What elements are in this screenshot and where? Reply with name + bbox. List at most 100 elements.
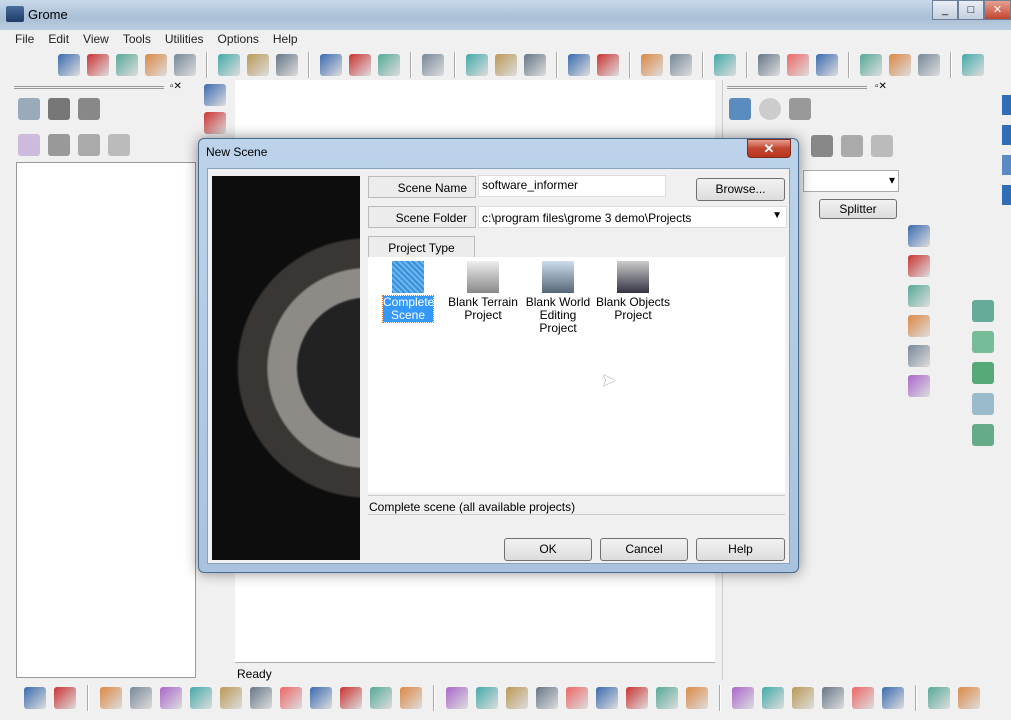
- brush-terrain-icon[interactable]: [100, 687, 122, 709]
- mountain-d-icon[interactable]: [822, 687, 844, 709]
- book-icon[interactable]: [78, 134, 100, 156]
- paint-icon[interactable]: [908, 225, 930, 247]
- scene-folder-select[interactable]: c:\program files\grome 3 demo\Projects ▼: [478, 206, 787, 228]
- paint-c-icon[interactable]: [506, 687, 528, 709]
- splitter-button[interactable]: Splitter: [819, 199, 897, 219]
- project-type-tab[interactable]: Project Type: [368, 236, 475, 258]
- db-icon[interactable]: [1002, 95, 1011, 115]
- db-icon[interactable]: [1002, 155, 1011, 175]
- red-square-icon[interactable]: [370, 687, 392, 709]
- menu-utilities[interactable]: Utilities: [158, 30, 211, 48]
- zoom-fit-icon[interactable]: [962, 53, 984, 76]
- terrain-warn-icon[interactable]: [908, 285, 930, 307]
- paint-a-icon[interactable]: [446, 687, 468, 709]
- stack-icon[interactable]: [908, 255, 930, 277]
- menu-tools[interactable]: Tools: [116, 30, 158, 48]
- erode-icon[interactable]: [310, 687, 332, 709]
- db-icon[interactable]: [1002, 125, 1011, 145]
- browse-button[interactable]: Browse...: [696, 178, 785, 201]
- object-place-icon[interactable]: [218, 53, 240, 76]
- walk-icon[interactable]: [972, 331, 994, 353]
- chain-icon[interactable]: [422, 53, 444, 76]
- layer-green-icon[interactable]: [54, 687, 76, 709]
- mountain-a-icon[interactable]: [732, 687, 754, 709]
- figure-tab-icon[interactable]: [78, 98, 100, 120]
- save-mesh-icon[interactable]: [714, 53, 736, 76]
- menu-options[interactable]: Options: [211, 30, 266, 48]
- layer-orange-icon[interactable]: [524, 53, 546, 76]
- paint-h-icon[interactable]: [656, 687, 678, 709]
- paint-tab-icon[interactable]: [48, 98, 70, 120]
- flag-icon[interactable]: [758, 53, 780, 76]
- minimize-button[interactable]: _: [932, 0, 958, 20]
- tile-icon[interactable]: [340, 687, 362, 709]
- panel-grip[interactable]: [727, 86, 867, 89]
- paint-f-icon[interactable]: [596, 687, 618, 709]
- sun-grid-icon[interactable]: [18, 134, 40, 156]
- page3-icon[interactable]: [918, 53, 940, 76]
- edit-icon[interactable]: [972, 300, 994, 322]
- layer-green-icon[interactable]: [495, 53, 517, 76]
- dialog-close-button[interactable]: ✕: [747, 139, 791, 158]
- terrain-plus-icon[interactable]: [972, 424, 994, 446]
- chevron-down-icon[interactable]: ▼: [772, 210, 782, 221]
- road-spline-icon[interactable]: [58, 53, 80, 76]
- triangle-icon[interactable]: [400, 687, 422, 709]
- remove-node-icon[interactable]: [597, 53, 619, 76]
- ok-button[interactable]: OK: [504, 538, 592, 561]
- panel-grip[interactable]: [14, 86, 164, 89]
- add-node-icon[interactable]: [568, 53, 590, 76]
- mask-icon[interactable]: [928, 687, 950, 709]
- flower-icon[interactable]: [908, 345, 930, 367]
- page2-icon[interactable]: [889, 53, 911, 76]
- paint-i-icon[interactable]: [686, 687, 708, 709]
- mountain-f-icon[interactable]: [882, 687, 904, 709]
- terrain-light-icon[interactable]: [204, 84, 226, 106]
- paint-d-icon[interactable]: [536, 687, 558, 709]
- mountain-e-icon[interactable]: [852, 687, 874, 709]
- water-icon[interactable]: [190, 687, 212, 709]
- maximize-button[interactable]: □: [958, 0, 984, 20]
- terrain-icon[interactable]: [160, 687, 182, 709]
- list-icon[interactable]: [108, 134, 130, 156]
- object-link-icon[interactable]: [276, 53, 298, 76]
- flat-icon[interactable]: [280, 687, 302, 709]
- pyramid-tab-icon[interactable]: [729, 98, 751, 120]
- connect-spline-icon[interactable]: [145, 53, 167, 76]
- left-list[interactable]: [16, 162, 196, 678]
- mesh-a-icon[interactable]: [641, 53, 663, 76]
- grass-tab-icon[interactable]: [841, 135, 863, 157]
- select-icon[interactable]: [816, 53, 838, 76]
- rotate-icon[interactable]: [349, 53, 371, 76]
- layer-blue-icon[interactable]: [466, 53, 488, 76]
- theatre-icon[interactable]: [958, 687, 980, 709]
- project-type-item[interactable]: Complete Scene: [368, 261, 448, 323]
- page-icon[interactable]: [860, 53, 882, 76]
- grid-tab-icon[interactable]: [18, 98, 40, 120]
- panel-float-close-icon[interactable]: ▫✕: [875, 81, 887, 92]
- print-icon[interactable]: [787, 53, 809, 76]
- menu-help[interactable]: Help: [266, 30, 305, 48]
- layer-orange-icon[interactable]: [24, 687, 46, 709]
- help-button[interactable]: Help: [696, 538, 785, 561]
- brush-tab-icon[interactable]: [811, 135, 833, 157]
- scale-icon[interactable]: [378, 53, 400, 76]
- project-type-item[interactable]: Blank World Editing Project: [518, 261, 598, 335]
- object-group-icon[interactable]: [247, 53, 269, 76]
- import-icon[interactable]: [220, 687, 242, 709]
- menu-edit[interactable]: Edit: [41, 30, 76, 48]
- terrain-down-icon[interactable]: [972, 362, 994, 384]
- figure-tab-icon[interactable]: [789, 98, 811, 120]
- delete-spline-icon[interactable]: [87, 53, 109, 76]
- mountain-c-icon[interactable]: [792, 687, 814, 709]
- terrain-up-icon[interactable]: [972, 393, 994, 415]
- project-type-item[interactable]: Blank Terrain Project: [443, 261, 523, 322]
- scene-name-input[interactable]: software_informer: [478, 175, 666, 197]
- paint-b-icon[interactable]: [476, 687, 498, 709]
- paint-g-icon[interactable]: [626, 687, 648, 709]
- fence-tab-icon[interactable]: [871, 135, 893, 157]
- hand-icon[interactable]: [48, 134, 70, 156]
- globe-tab-icon[interactable]: [759, 98, 781, 120]
- panel-float-close-icon[interactable]: ▫✕: [170, 81, 182, 92]
- close-button[interactable]: ✕: [984, 0, 1011, 20]
